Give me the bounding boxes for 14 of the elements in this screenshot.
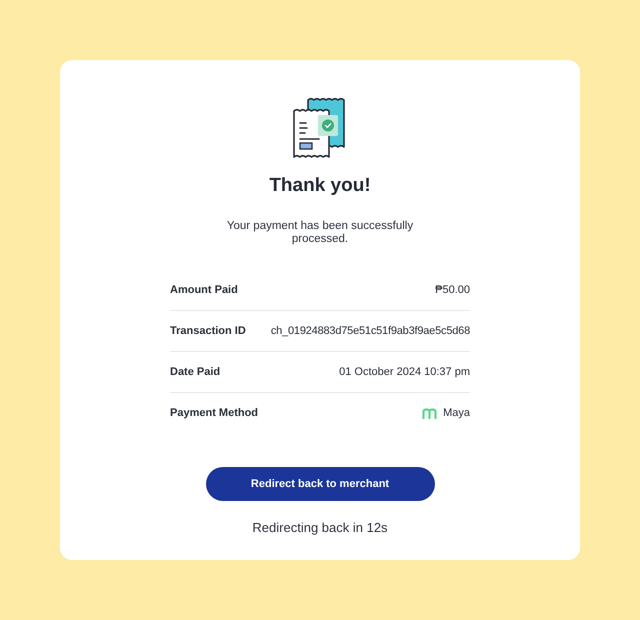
countdown-text: Redirecting back in 12s [252,520,388,535]
detail-value: ch_01924883d75e51c51f9ab3f9ae5c5d68 [270,325,470,337]
receipt-icon [292,96,348,160]
detail-value: Maya [443,407,470,419]
m-logo-icon [422,408,438,418]
detail-label: Transaction ID [170,325,246,337]
detail-value: 01 October 2024 10:37 pm [339,366,470,378]
detail-label: Amount Paid [170,284,238,296]
detail-label: Payment Method [170,407,258,419]
detail-value: ₱50.00 [435,284,470,296]
heading: Thank you! [269,174,371,198]
redirect-button[interactable]: Redirect back to merchant [206,467,434,501]
detail-label: Date Paid [170,366,220,378]
message: Your payment has been successfully processed. [226,220,414,246]
